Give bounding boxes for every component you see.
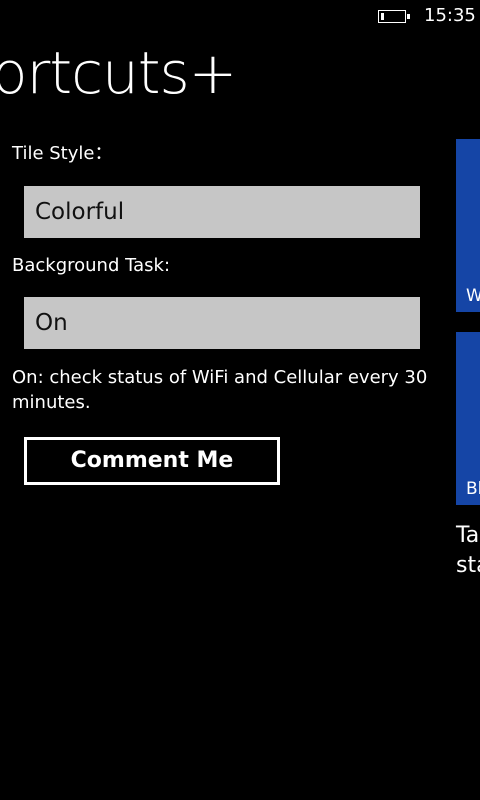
peek-tile-1-label: W	[466, 286, 480, 306]
peek-tile-2[interactable]: Bl	[456, 332, 480, 505]
tile-style-picker[interactable]: Colorful	[24, 186, 420, 238]
peek-text-line-2: sta	[456, 553, 480, 578]
background-task-label: Background Task:	[12, 255, 171, 276]
peek-text-line-1: Ta	[456, 523, 480, 548]
battery-icon	[378, 10, 410, 23]
peek-panel-text: Ta sta	[456, 521, 480, 581]
page-title: ortcuts+	[0, 39, 237, 107]
battery-level	[381, 13, 384, 20]
status-bar: 15:35	[0, 0, 480, 32]
background-task-description: On: check status of WiFi and Cellular ev…	[12, 367, 428, 413]
background-task-picker[interactable]: On	[24, 297, 420, 349]
peek-tile-1[interactable]: W	[456, 139, 480, 312]
tile-style-label: Tile Style：	[12, 143, 113, 164]
status-time: 15:35	[424, 5, 476, 26]
comment-me-button[interactable]: Comment Me	[24, 437, 280, 485]
peek-tile-2-label: Bl	[466, 479, 480, 499]
